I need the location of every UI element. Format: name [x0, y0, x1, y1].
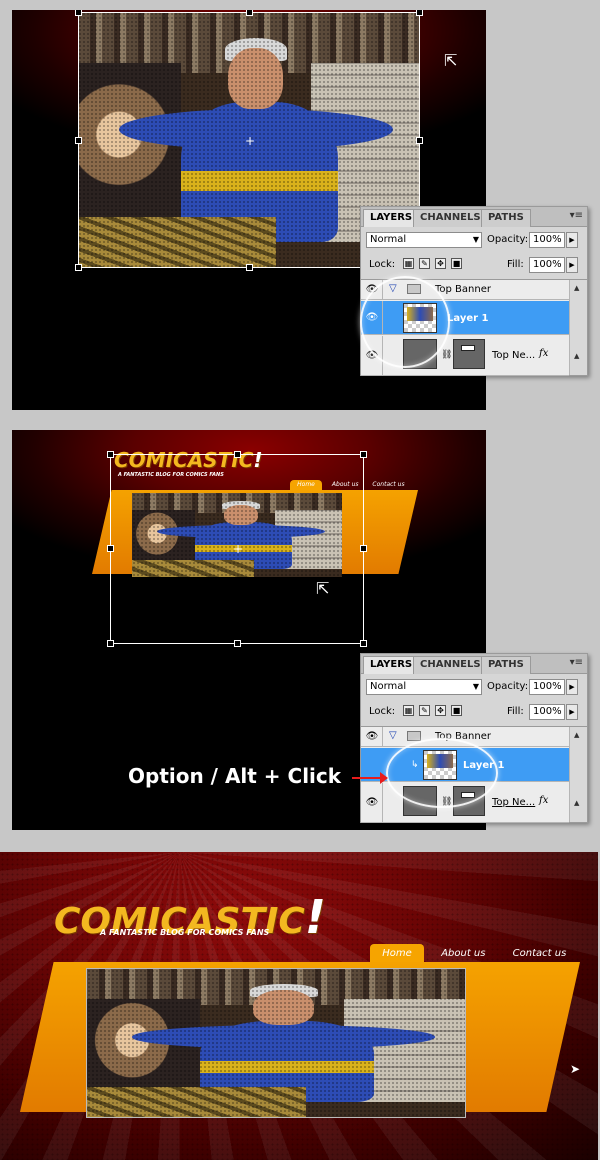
transform-handle[interactable] [360, 545, 367, 552]
nav-about[interactable]: About us [441, 948, 485, 959]
lock-all-icon[interactable]: ■ [451, 258, 462, 269]
layer-mask-thumbnail [453, 339, 485, 369]
eye-icon[interactable]: 👁 [361, 727, 383, 746]
folder-icon [407, 731, 421, 741]
fill-label: Fill: [507, 706, 524, 717]
panel-tabs: LAYERS CHANNELS PATHS ▾≡ [361, 654, 587, 674]
nav-contact[interactable]: Contact us [513, 948, 567, 959]
panel-menu-icon[interactable]: ▾≡ [570, 210, 583, 221]
photo-layer [86, 968, 466, 1118]
transform-handle[interactable] [107, 451, 114, 458]
site-tagline: A FANTASTIC BLOG FOR COMICS FANS [100, 928, 270, 937]
blend-mode-select[interactable]: Normal ▼ [366, 679, 482, 695]
tab-channels[interactable]: CHANNELS [413, 656, 488, 674]
tab-layers[interactable]: LAYERS [363, 209, 420, 227]
panel-menu-icon[interactable]: ▾≡ [570, 657, 583, 668]
opacity-label: Opacity: [487, 681, 529, 692]
layer-name: Top Ne... [492, 350, 536, 361]
opacity-arrow-icon[interactable]: ▶ [566, 679, 578, 695]
fill-field[interactable]: 100% [529, 257, 565, 273]
move-cursor-icon: ⇱ [444, 51, 458, 70]
transform-box[interactable]: + [107, 451, 367, 647]
fill-arrow-icon[interactable]: ▶ [566, 257, 578, 273]
expand-icon[interactable]: ▽ [389, 730, 397, 741]
lock-all-icon[interactable]: ■ [451, 705, 462, 716]
arrow-cursor-icon: ➤ [570, 1062, 581, 1076]
transform-handle[interactable] [75, 137, 82, 144]
opacity-arrow-icon[interactable]: ▶ [566, 232, 578, 248]
tab-layers[interactable]: LAYERS [363, 656, 420, 674]
transform-handle[interactable] [234, 451, 241, 458]
center-point-icon: + [232, 542, 244, 556]
panel-tabs: LAYERS CHANNELS PATHS ▾≡ [361, 207, 587, 227]
transform-handle[interactable] [75, 10, 82, 16]
layer-name: Layer 1 [447, 313, 489, 324]
lock-brush-icon[interactable]: ✎ [419, 258, 430, 269]
layer-name: Top Ne... [492, 797, 536, 808]
site-nav: Home About us Contact us [370, 944, 566, 964]
fill-arrow-icon[interactable]: ▶ [566, 704, 578, 720]
transform-handle[interactable] [234, 640, 241, 647]
nav-home[interactable]: Home [370, 944, 424, 964]
lock-label: Lock: [369, 706, 396, 717]
lock-label: Lock: [369, 259, 396, 270]
tab-paths[interactable]: PATHS [481, 209, 531, 227]
final-result: COMICASTIC! A FANTASTIC BLOG FOR COMICS … [0, 852, 598, 1160]
lock-brush-icon[interactable]: ✎ [419, 705, 430, 716]
tab-channels[interactable]: CHANNELS [413, 209, 488, 227]
center-point-icon: + [244, 134, 256, 148]
transform-handle[interactable] [246, 264, 253, 271]
lock-move-icon[interactable]: ✥ [435, 258, 446, 269]
scrollbar[interactable]: ▲ ▲ [569, 727, 587, 822]
transform-handle[interactable] [75, 264, 82, 271]
fx-icon[interactable]: fx [539, 795, 548, 806]
fill-label: Fill: [507, 259, 524, 270]
transform-handle[interactable] [107, 640, 114, 647]
transform-handle[interactable] [416, 10, 423, 16]
red-arrow-icon [352, 772, 388, 784]
lock-transparency-icon[interactable]: ▦ [403, 258, 414, 269]
scrollbar[interactable]: ▲ ▲ [569, 280, 587, 375]
tab-paths[interactable]: PATHS [481, 656, 531, 674]
lock-transparency-icon[interactable]: ▦ [403, 705, 414, 716]
eye-icon[interactable]: 👁 [361, 783, 383, 822]
chain-link-icon: ⛓ [441, 350, 453, 360]
opacity-label: Opacity: [487, 234, 529, 245]
lock-move-icon[interactable]: ✥ [435, 705, 446, 716]
transform-handle[interactable] [360, 451, 367, 458]
transform-handle[interactable] [246, 10, 253, 16]
transform-handle[interactable] [360, 640, 367, 647]
fill-field[interactable]: 100% [529, 704, 565, 720]
nav-contact[interactable]: Contact us [372, 481, 404, 488]
opacity-field[interactable]: 100% [529, 679, 565, 695]
opacity-field[interactable]: 100% [529, 232, 565, 248]
instruction-annotation: Option / Alt + Click [128, 764, 342, 788]
transform-handle[interactable] [107, 545, 114, 552]
layer-name: Top Banner [435, 284, 491, 295]
highlight-circle [386, 738, 498, 808]
fx-icon[interactable]: fx [539, 348, 548, 359]
transform-handle[interactable] [416, 137, 423, 144]
blend-mode-select[interactable]: Normal ▼ [366, 232, 482, 248]
highlight-circle [360, 276, 450, 368]
move-cursor-icon: ⇱ [316, 579, 330, 598]
